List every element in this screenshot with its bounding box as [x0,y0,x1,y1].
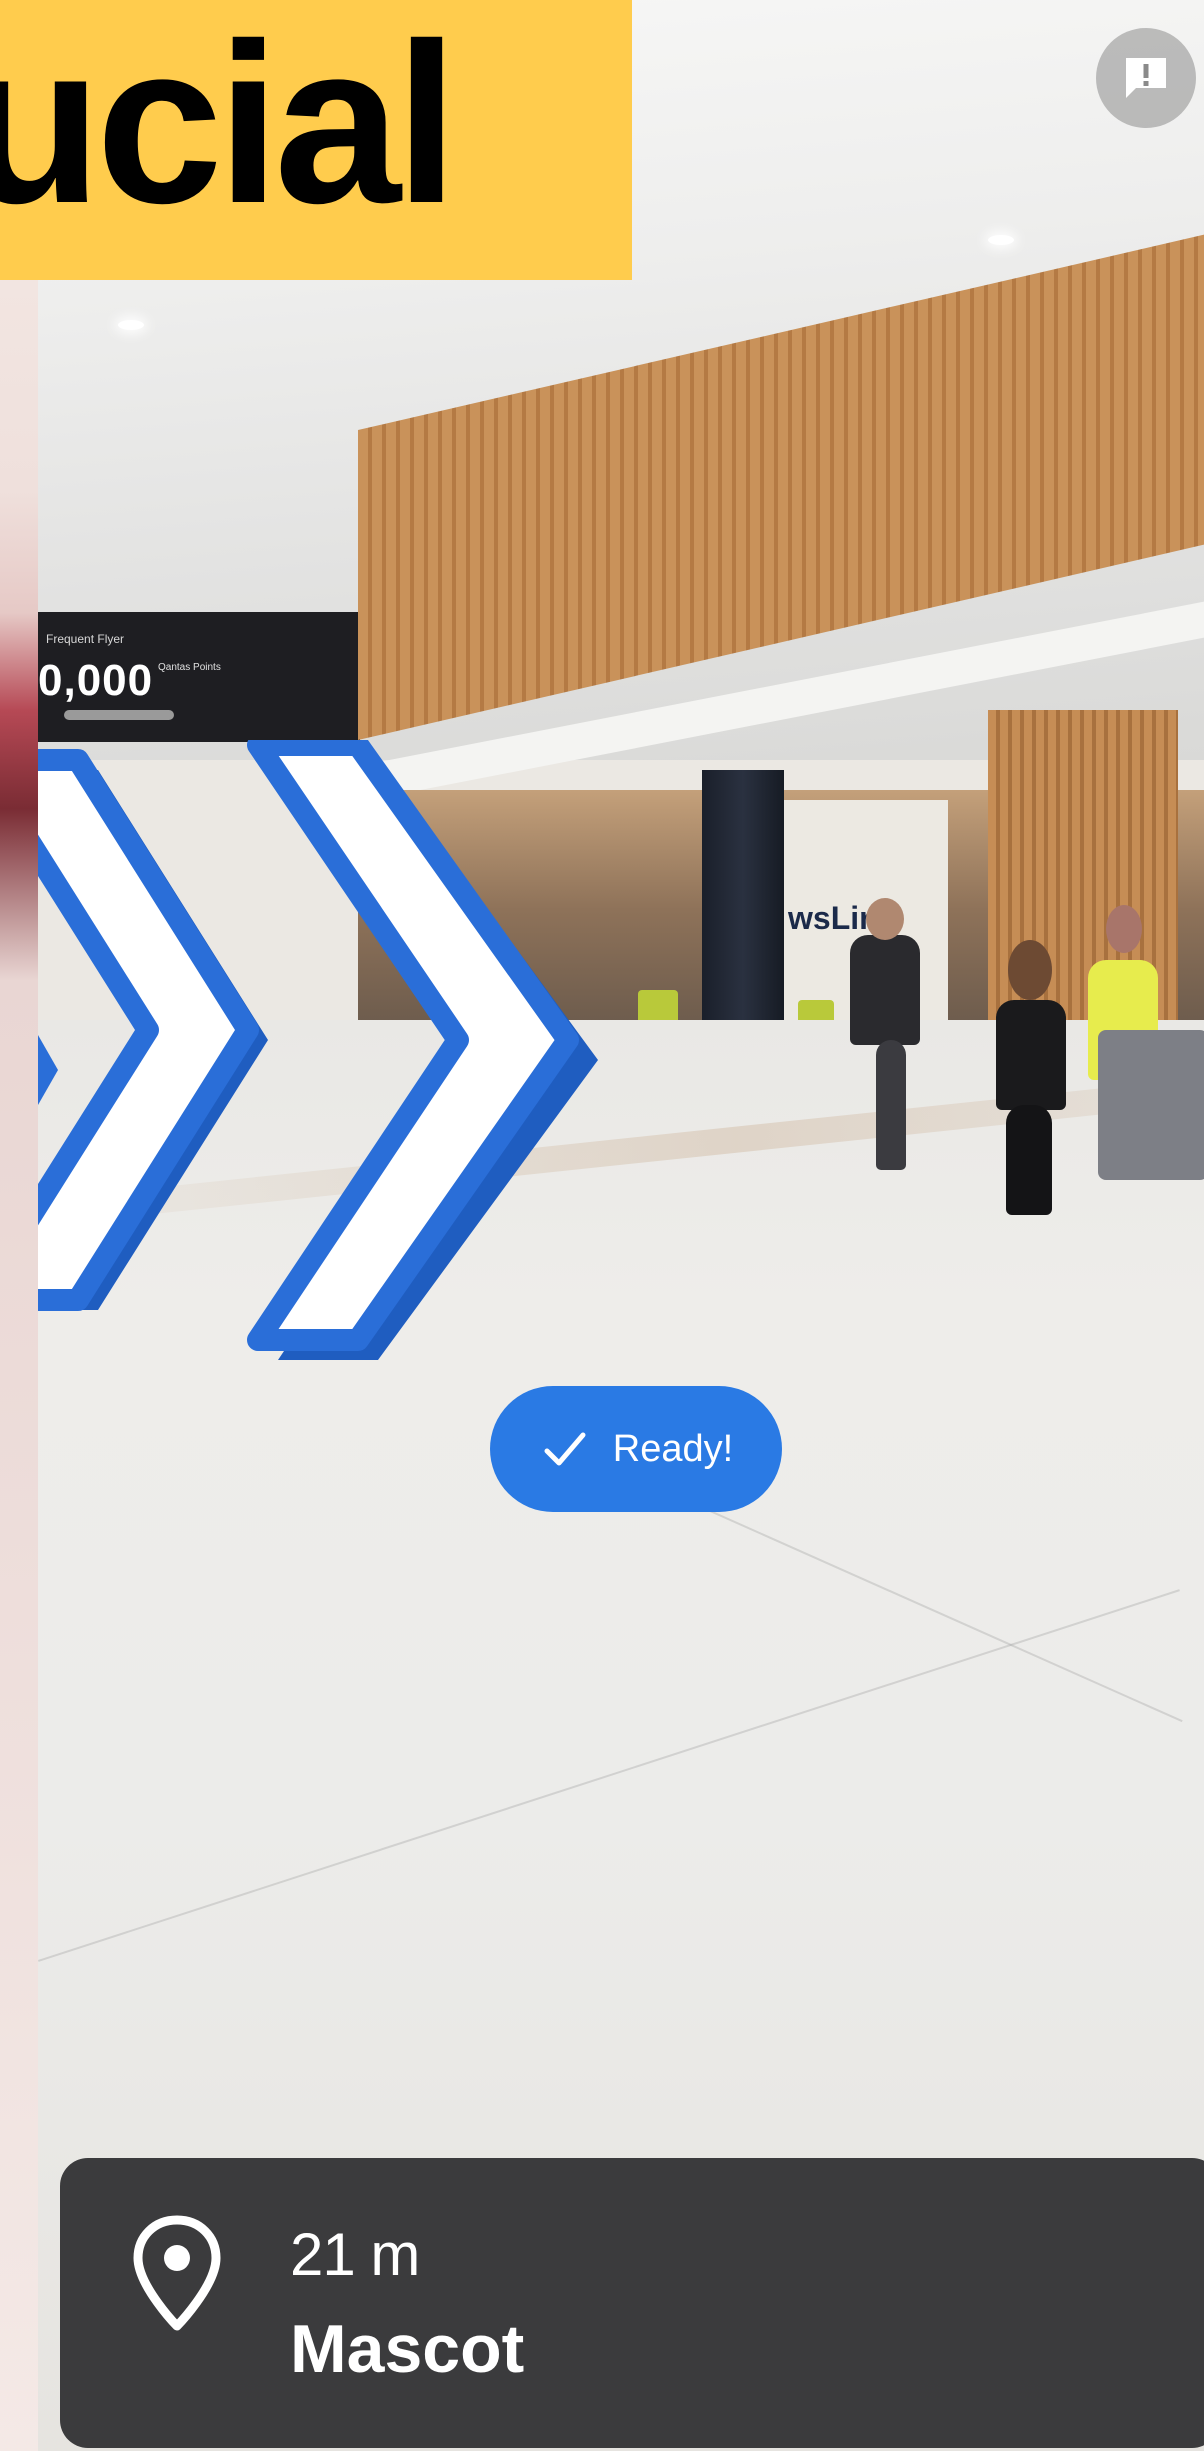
destination-name: Mascot [290,2311,525,2387]
chevron-right-icon [38,1035,58,1105]
location-pin-icon [133,2215,221,2331]
person-head [1106,905,1142,953]
billboard-subtext: Qantas Points [158,662,221,673]
status-ready-chip: Ready! [490,1386,782,1512]
billboard-amount: 0,000 [38,656,154,705]
chevron-right-icon [247,740,598,1360]
ar-direction-arrows [38,740,598,1360]
person [996,1000,1066,1110]
person-head [1008,940,1052,1000]
caption-text: rucial [0,0,458,251]
person-legs [1006,1105,1052,1215]
caption-banner: rucial [0,0,632,280]
destination-card[interactable] [60,2158,1204,2448]
feedback-button[interactable] [1096,28,1196,128]
status-label: Ready! [612,1427,734,1470]
chevron-right-icon [38,749,268,1311]
camera-view: Frequent Flyer 0,000 Qantas Points wsLin [38,0,1204,2451]
feedback-icon [1126,58,1166,98]
ceiling-light [988,235,1014,245]
person-head [866,898,904,940]
check-icon [539,1423,591,1475]
ceiling-light [118,320,144,330]
person [850,935,920,1045]
ar-navigation-screen: Frequent Flyer 0,000 Qantas Points wsLin [0,0,1204,2451]
luggage-trolley [1098,1030,1204,1180]
billboard-heading: Frequent Flyer [46,632,125,646]
billboard-bar [64,710,174,720]
blurred-left-edge [0,0,38,2451]
distance-remaining: 21 m [290,2221,420,2288]
advertisement-billboard: Frequent Flyer 0,000 Qantas Points [38,612,360,742]
person-legs [876,1040,906,1170]
